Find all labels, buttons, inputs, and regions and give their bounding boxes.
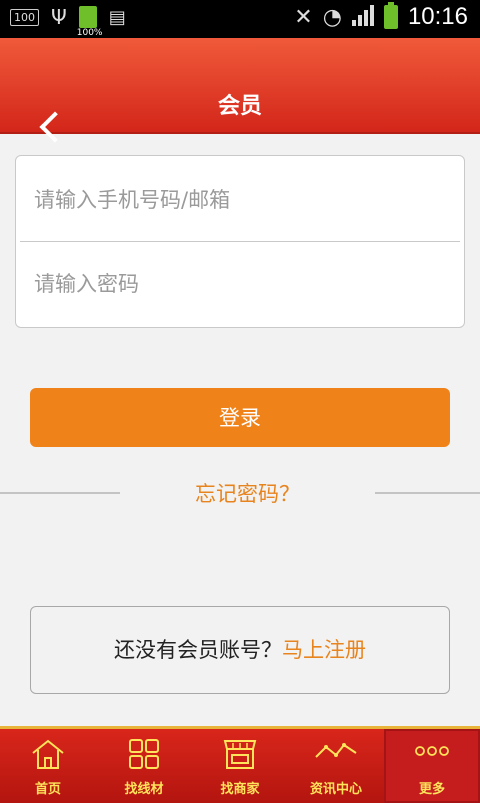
nav-item-home[interactable]: 首页: [0, 729, 96, 803]
register-prompt: 还没有会员账号？: [114, 638, 282, 662]
home-icon: [30, 737, 66, 775]
more-icon: [414, 743, 450, 762]
document-icon: ▤: [108, 6, 126, 28]
register-box: 还没有会员账号？马上注册: [30, 606, 450, 694]
mute-icon: ✕: [294, 4, 313, 30]
nav-label: 资讯中心: [309, 782, 362, 797]
notification-box-icon: 100: [10, 8, 39, 26]
forgot-password-link[interactable]: 忘记密码？: [120, 478, 375, 508]
divider-line-left: [0, 492, 120, 494]
battery-notification-text: 100%: [76, 28, 103, 38]
store-icon: [222, 737, 258, 775]
battery-icon: [383, 2, 398, 29]
divider-line-right: [375, 492, 480, 494]
nav-item-more[interactable]: 更多: [384, 729, 480, 803]
nav-label: 找商家: [220, 782, 260, 797]
grid-icon: [127, 737, 161, 775]
status-bar-left: 100 Ψ 100% ▤: [10, 5, 126, 38]
status-bar-right: ✕ ◔ 10:16: [294, 2, 468, 31]
login-form: [15, 155, 465, 328]
nav-label: 首页: [34, 782, 61, 797]
header-bar: 会员: [0, 38, 480, 143]
nav-item-find-merchant[interactable]: 找商家: [192, 729, 288, 803]
status-time: 10:16: [407, 3, 468, 30]
login-button[interactable]: 登录: [30, 388, 450, 447]
nav-item-find-wire[interactable]: 找线材: [96, 729, 192, 803]
bottom-nav: 首页 找线材 找商家 资讯中心 更多: [0, 726, 480, 803]
phone-email-input[interactable]: [16, 158, 464, 242]
page-title: 会员: [217, 94, 262, 119]
wifi-icon: ◔: [322, 4, 342, 30]
password-input[interactable]: [16, 242, 464, 326]
signal-icon: [351, 5, 374, 28]
battery-notification-icon: 100%: [77, 6, 102, 38]
nav-label: 更多: [418, 782, 445, 797]
usb-icon: Ψ: [51, 5, 67, 29]
register-link[interactable]: 马上注册: [282, 638, 366, 662]
status-bar: 100 Ψ 100% ▤ ✕ ◔ 10:16: [0, 0, 480, 38]
nav-label: 找线材: [124, 782, 164, 797]
news-icon: [314, 737, 358, 771]
nav-item-news-center[interactable]: 资讯中心: [288, 729, 384, 803]
